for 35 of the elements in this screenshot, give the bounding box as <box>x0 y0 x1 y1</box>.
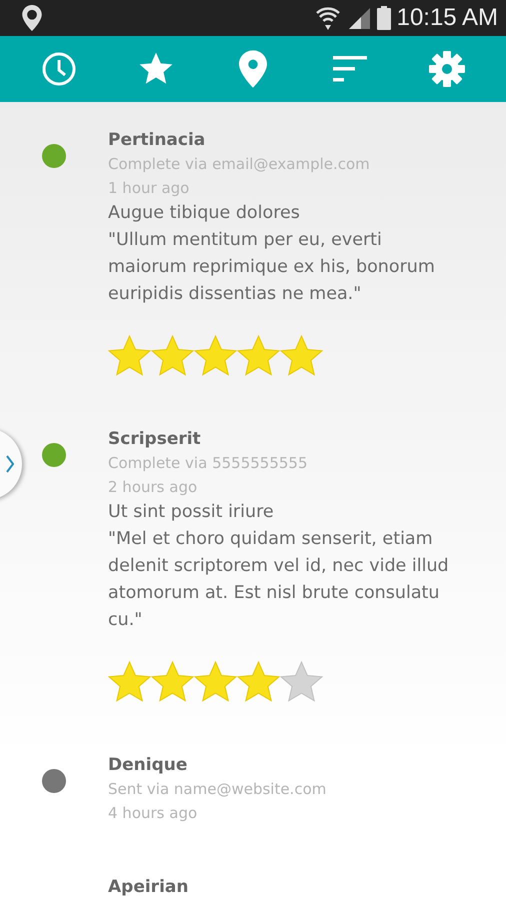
contact-name: Scripserit <box>108 428 202 451</box>
wifi-icon <box>314 5 341 31</box>
contact-name: Apeirian <box>108 876 190 899</box>
review-quote: "Mel et choro quidam senserit, etiam delenit scriptorem vel id, nec vide illud atomorum at. Est nisl brute consulatu cu." <box>108 528 450 632</box>
review-quote: "Ullum mentitum per eu, everti maiorum reprimique ex his, bonorum euripidis dissentias ne mea." <box>108 229 436 306</box>
location-icon <box>22 5 42 31</box>
timestamp: 1 hour ago <box>108 178 190 199</box>
review-title: Augue tibique dolores <box>108 202 301 225</box>
battery-icon <box>376 6 391 30</box>
clock-time: 10:15 AM <box>396 4 498 32</box>
contact-name: Denique <box>108 754 188 777</box>
star-icon <box>237 660 280 703</box>
star-icon <box>280 334 323 377</box>
timestamp: 4 hours ago <box>108 803 198 824</box>
clock-icon <box>40 51 77 87</box>
star-icon <box>280 660 323 703</box>
delivery-status: Complete via email@example.com <box>108 154 371 175</box>
star-icon <box>194 334 237 377</box>
star-icon <box>108 660 151 703</box>
settings-icon <box>428 50 466 88</box>
star-icon <box>194 660 237 703</box>
delivery-status: Sent via name@website.com <box>108 779 328 800</box>
star-icon <box>151 334 194 377</box>
star-icon <box>108 334 151 377</box>
sort-icon <box>333 56 368 82</box>
star-icon <box>237 334 280 377</box>
toolbar-button[interactable] <box>427 49 468 89</box>
star-icon <box>151 660 194 703</box>
timestamp: 2 hours ago <box>108 477 198 498</box>
contact-name: Pertinacia <box>108 129 206 152</box>
signal-icon <box>346 6 371 30</box>
chevron-right-icon <box>6 455 14 473</box>
review-title: Ut sint possit iriure <box>108 501 275 524</box>
location-pin-icon <box>238 50 267 88</box>
delivery-status: Complete via 5555555555 <box>108 453 308 474</box>
